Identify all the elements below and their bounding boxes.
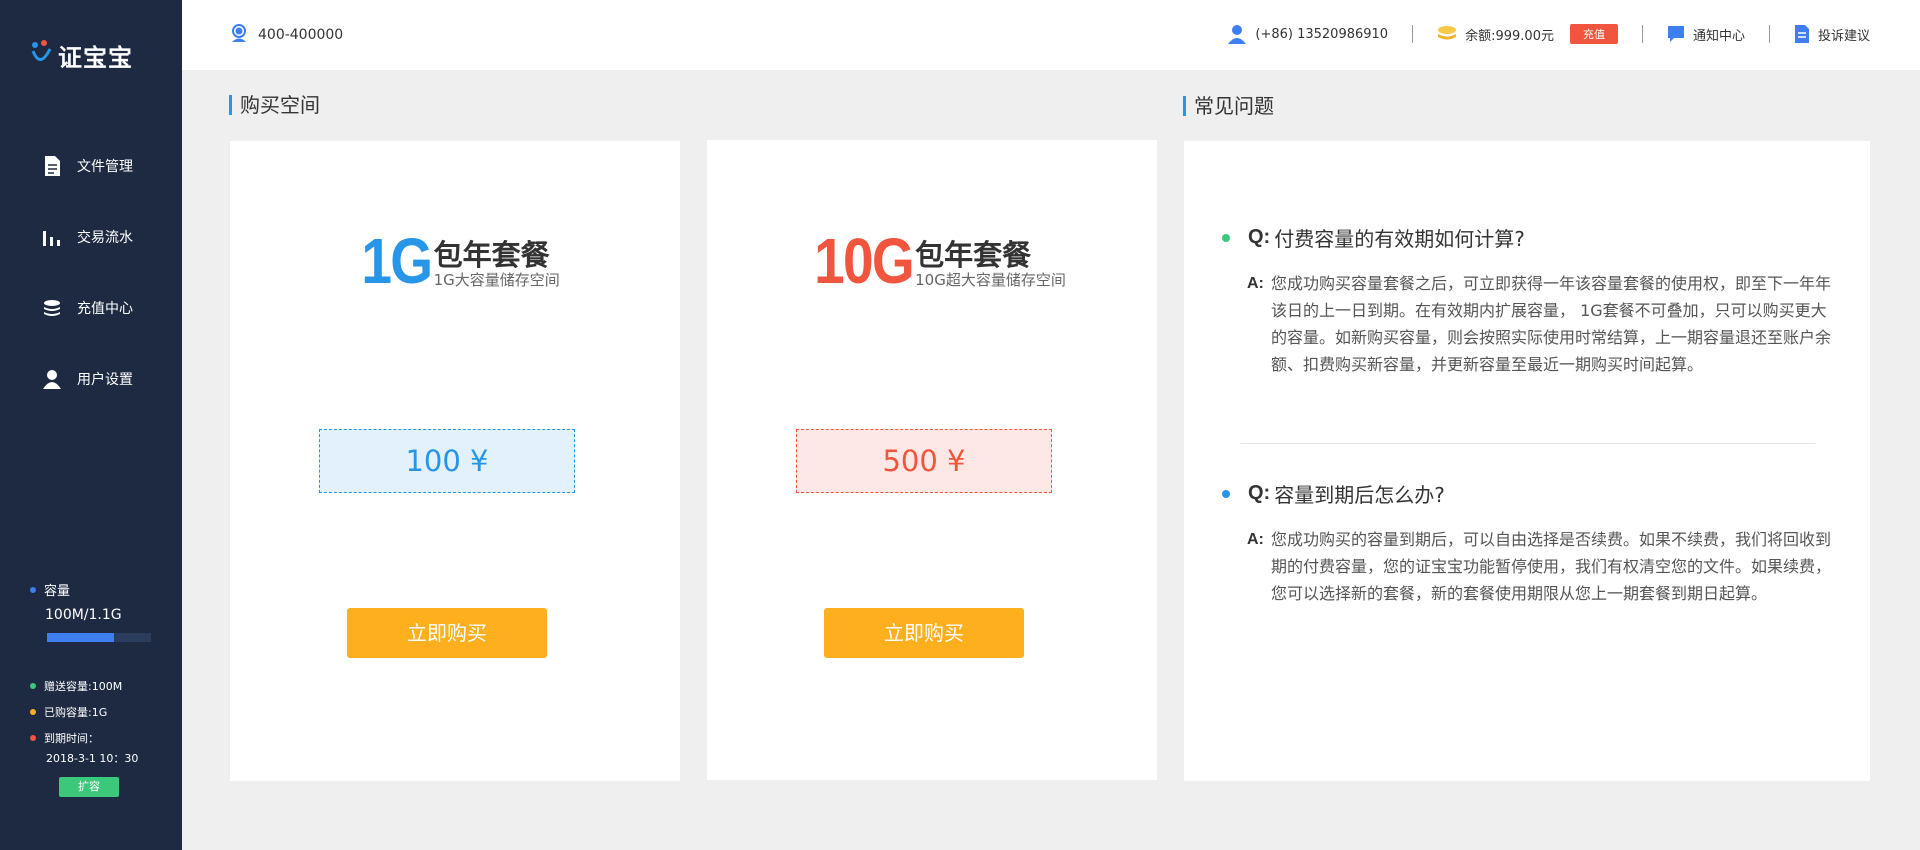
- sidebar-item-file-management[interactable]: 文件管理: [0, 130, 182, 201]
- answer-key: A:: [1247, 275, 1264, 292]
- account-phone[interactable]: (+86) 13520986910: [1227, 24, 1388, 44]
- plan-name: 包年套餐: [433, 238, 550, 272]
- phone-number: (+86) 13520986910: [1255, 26, 1389, 42]
- capacity-title: 容量: [44, 584, 71, 599]
- sidebar-item-user-settings[interactable]: 用户设置: [0, 343, 182, 414]
- sidebar-item-label: 文件管理: [77, 158, 133, 175]
- capacity-panel: 容量 100M/1.1G: [30, 580, 160, 642]
- plan-price: 100 ¥: [319, 429, 575, 493]
- coins-icon: [42, 297, 62, 319]
- expire-dot-icon: [30, 735, 36, 741]
- divider: [1641, 25, 1643, 43]
- document-icon: [42, 155, 62, 177]
- feedback-link[interactable]: 投诉建议: [1794, 24, 1870, 44]
- question-key: Q:: [1248, 226, 1271, 248]
- capacity-progress-bar: [47, 633, 151, 642]
- feedback-label: 投诉建议: [1817, 28, 1870, 44]
- plan-card-1g: 1G 包年套餐 1G大容量储存空间 100 ¥ 立即购买: [230, 141, 680, 781]
- faq-panel: Q: 付费容量的有效期如何计算? A: 您成功购买容量套餐之后，可立即获得一年该…: [1184, 141, 1870, 781]
- question-text: 容量到期后怎么办?: [1274, 483, 1445, 507]
- user-icon: [1227, 24, 1247, 44]
- brand-name: 证宝宝: [58, 44, 133, 72]
- gift-capacity: 赠送容量:100M: [44, 680, 123, 693]
- faq-divider: [1241, 443, 1815, 444]
- question-key: Q:: [1248, 482, 1271, 504]
- faq-question: Q: 容量到期后怎么办?: [1222, 479, 1832, 508]
- bullet-dot-icon: [1222, 489, 1230, 498]
- logo-mark-icon: [30, 39, 54, 73]
- top-header: 400-400000 (+86) 13520986910 余额:999.00元 …: [182, 0, 1920, 70]
- sidebar-item-recharge-center[interactable]: 充值中心: [0, 272, 182, 343]
- plan-size: 10G: [814, 225, 915, 297]
- headset-icon: [230, 23, 248, 47]
- logo[interactable]: 证宝宝: [30, 38, 133, 73]
- notification-center[interactable]: 通知中心: [1667, 25, 1745, 44]
- answer-text: 您成功购买的容量到期后，可以自由选择是否续费。如果不续费，我们将回收到期的付费容…: [1271, 530, 1832, 603]
- capacity-dot-icon: [30, 586, 36, 593]
- purchase-section-title: 购买空间: [229, 95, 320, 115]
- plan-price: 500 ¥: [796, 429, 1052, 493]
- faq-question: Q: 付费容量的有效期如何计算?: [1222, 223, 1832, 252]
- plan-size: 1G: [361, 225, 434, 297]
- plan-name: 包年套餐: [915, 238, 1032, 272]
- user-icon: [42, 368, 62, 390]
- faq-section-title: 常见问题: [1183, 96, 1274, 116]
- capacity-value: 100M/1.1G: [45, 607, 122, 623]
- plan-description: 1G大容量储存空间: [433, 271, 560, 289]
- expand-capacity-button[interactable]: 扩容: [59, 777, 119, 797]
- sidebar-nav: 文件管理 交易流水 充值中心 用户设置: [0, 130, 182, 414]
- divider: [1768, 25, 1770, 43]
- purchased-dot-icon: [30, 709, 36, 715]
- sidebar-item-label: 用户设置: [77, 371, 133, 388]
- plan-header: 1G 包年套餐 1G大容量储存空间: [230, 225, 680, 297]
- bar-chart-icon: [42, 226, 62, 248]
- faq-item: Q: 容量到期后怎么办? A: 您成功购买的容量到期后，可以自由选择是否续费。如…: [1222, 479, 1832, 607]
- hotline: 400-400000: [230, 23, 343, 47]
- balance-text: 余额:999.00元: [1465, 28, 1554, 44]
- capacity-details: 赠送容量:100M 已购容量:1G 到期时间： 2018-3-1 10：30: [30, 678, 170, 774]
- sidebar-item-transactions[interactable]: 交易流水: [0, 201, 182, 272]
- capacity-progress-fill: [47, 633, 114, 642]
- divider: [1412, 25, 1414, 43]
- faq-answer: A: 您成功购买的容量到期后，可以自由选择是否续费。如果不续费，我们将回收到期的…: [1247, 526, 1832, 607]
- answer-text: 您成功购买容量套餐之后，可立即获得一年该容量套餐的使用权，即至下一年年该日的上一…: [1271, 274, 1832, 374]
- hotline-number: 400-400000: [258, 27, 344, 43]
- sidebar-item-label: 充值中心: [77, 300, 133, 317]
- gift-dot-icon: [30, 683, 36, 689]
- expire-value: 2018-3-1 10：30: [46, 752, 139, 765]
- plan-card-10g: 10G 包年套餐 10G超大容量储存空间 500 ¥ 立即购买: [707, 140, 1157, 780]
- message-icon: [1667, 25, 1685, 43]
- faq-item: Q: 付费容量的有效期如何计算? A: 您成功购买容量套餐之后，可立即获得一年该…: [1222, 223, 1832, 378]
- faq-answer: A: 您成功购买容量套餐之后，可立即获得一年该容量套餐的使用权，即至下一年年该日…: [1247, 270, 1832, 378]
- notification-label: 通知中心: [1692, 28, 1745, 44]
- plan-header: 10G 包年套餐 10G超大容量储存空间: [707, 225, 1157, 297]
- expire-label: 到期时间：: [44, 732, 99, 745]
- coins-icon: [1437, 25, 1457, 43]
- bullet-dot-icon: [1222, 233, 1230, 242]
- question-text: 付费容量的有效期如何计算?: [1274, 227, 1525, 251]
- purchased-capacity: 已购容量:1G: [44, 706, 108, 719]
- header-actions: (+86) 13520986910 余额:999.00元 充值 通知中心 投诉建…: [1227, 24, 1870, 44]
- recharge-button[interactable]: 充值: [1569, 24, 1618, 44]
- buy-now-button[interactable]: 立即购买: [347, 608, 547, 658]
- plan-description: 10G超大容量储存空间: [915, 271, 1066, 289]
- sidebar: 证宝宝 文件管理 交易流水 充值中心 用户设置 容量 100M/1.1G 赠送容…: [0, 0, 182, 850]
- document-icon: [1794, 24, 1810, 44]
- buy-now-button[interactable]: 立即购买: [824, 608, 1024, 658]
- answer-key: A:: [1247, 531, 1264, 548]
- account-balance: 余额:999.00元 充值: [1437, 24, 1618, 44]
- sidebar-item-label: 交易流水: [77, 229, 133, 246]
